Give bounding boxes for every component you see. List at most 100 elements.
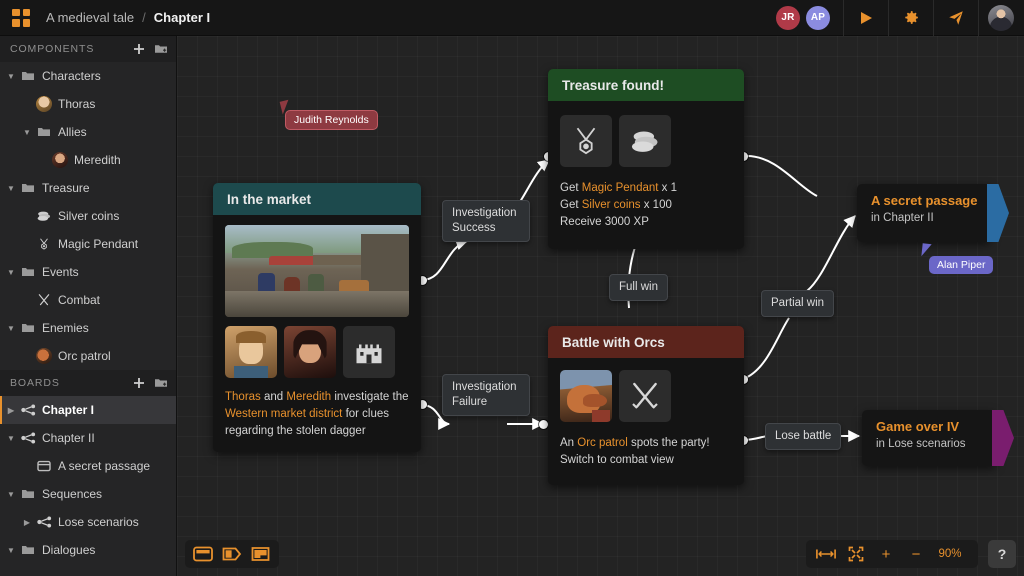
fit-width-icon bbox=[816, 548, 836, 560]
board-icon bbox=[34, 460, 54, 472]
publish-button[interactable] bbox=[935, 0, 977, 36]
tree-item-characters[interactable]: ▼Characters bbox=[0, 62, 176, 90]
components-title: COMPONENTS bbox=[10, 43, 94, 55]
edge-label-full-win[interactable]: Full win bbox=[609, 274, 668, 301]
tree-item-treasure[interactable]: ▼ Treasure bbox=[0, 174, 176, 202]
tree-item-combat[interactable]: ▼Combat bbox=[0, 286, 176, 314]
new-folder-icon bbox=[154, 377, 168, 389]
secret-passage-link-arrow bbox=[987, 184, 1009, 242]
tree-item-magic-pendant[interactable]: ▼Magic Pendant bbox=[0, 230, 176, 258]
chevron-down-icon[interactable]: ▼ bbox=[4, 72, 18, 81]
tree-item-label: Events bbox=[42, 265, 79, 279]
zoom-in-button[interactable]: + bbox=[872, 543, 900, 565]
cursor-label-judith-reynolds: Judith Reynolds bbox=[285, 110, 378, 130]
portrait-meredith[interactable] bbox=[284, 326, 336, 378]
portrait-orc[interactable] bbox=[560, 370, 612, 422]
breadcrumb-current[interactable]: Chapter I bbox=[154, 10, 210, 25]
view-mode-full[interactable] bbox=[190, 543, 216, 565]
tree-item-thoras[interactable]: ▼Thoras bbox=[0, 90, 176, 118]
avatar-meredith-icon bbox=[50, 152, 70, 168]
chevron-down-icon[interactable]: ▼ bbox=[4, 184, 18, 193]
edge-label-lose-battle[interactable]: Lose battle bbox=[765, 423, 841, 450]
chevron-right-icon[interactable]: ▶ bbox=[4, 406, 18, 415]
chevron-down-icon[interactable]: ▼ bbox=[20, 128, 34, 137]
tree-item-label: Treasure bbox=[42, 181, 90, 195]
desc-token: Western market district bbox=[225, 408, 342, 420]
user-avatar[interactable] bbox=[988, 5, 1014, 31]
pendant-icon-tile[interactable] bbox=[560, 115, 612, 167]
folder-icon bbox=[18, 266, 38, 278]
tree-item-lose-scenarios[interactable]: ▶Lose scenarios bbox=[0, 508, 176, 536]
tree-item-chapter-ii[interactable]: ▼ Chapter II bbox=[0, 424, 176, 452]
node-treasure-found[interactable]: Treasure found! bbox=[548, 69, 744, 249]
grid-apps-icon[interactable] bbox=[12, 9, 30, 27]
tree-item-meredith[interactable]: ▼Meredith bbox=[0, 146, 176, 174]
edge-label-investigation-failure[interactable]: Investigation Failure bbox=[442, 374, 530, 416]
send-icon bbox=[947, 9, 965, 27]
chevron-down-icon[interactable]: ▼ bbox=[4, 490, 18, 499]
breadcrumb-project[interactable]: A medieval tale bbox=[46, 10, 134, 25]
pendant-icon bbox=[569, 124, 603, 158]
reward-token: Silver coins bbox=[582, 199, 641, 211]
folder-icon bbox=[18, 70, 38, 82]
chevron-down-icon[interactable]: ▼ bbox=[4, 546, 18, 555]
node-body: Get Magic Pendant x 1 Get Silver coins x… bbox=[548, 101, 744, 249]
divider bbox=[978, 0, 979, 36]
tree-item-enemies[interactable]: ▼Enemies bbox=[0, 314, 176, 342]
tree-item-events[interactable]: ▼ Events bbox=[0, 258, 176, 286]
tree-item-dialogues[interactable]: ▼Dialogues bbox=[0, 536, 176, 564]
edge-label-investigation-success[interactable]: Investigation Success bbox=[442, 200, 530, 242]
coins-icon bbox=[34, 210, 54, 222]
zoom-toolbar: + − 90% bbox=[806, 540, 978, 568]
swords-icon-tile[interactable] bbox=[619, 370, 671, 422]
avatar-meredith bbox=[52, 152, 68, 168]
node-full-icon bbox=[193, 546, 213, 562]
zoom-out-button[interactable]: − bbox=[902, 543, 930, 565]
tree-item-silver-coins[interactable]: ▼Silver coins bbox=[0, 202, 176, 230]
avatar-orc bbox=[36, 348, 52, 364]
chevron-down-icon[interactable]: ▼ bbox=[4, 324, 18, 333]
castle-icon[interactable] bbox=[343, 326, 395, 378]
collaborator-avatar-jr[interactable]: JR bbox=[776, 6, 800, 30]
node-game-over-iv[interactable]: Game over IV in Lose scenarios bbox=[862, 410, 996, 466]
add-board-button[interactable] bbox=[133, 377, 145, 389]
view-mode-minimal[interactable] bbox=[248, 543, 274, 565]
collaborator-avatar-ap[interactable]: AP bbox=[806, 6, 830, 30]
node-in-the-market[interactable]: In the market bbox=[213, 183, 421, 452]
tree-item-orc-patrol[interactable]: ▼Orc patrol bbox=[0, 342, 176, 370]
fit-screen-button[interactable] bbox=[842, 543, 870, 565]
zoom-level-label[interactable]: 90% bbox=[932, 548, 972, 560]
coins-icon-tile[interactable] bbox=[619, 115, 671, 167]
chevron-right-icon[interactable]: ▶ bbox=[20, 518, 34, 527]
node-a-secret-passage[interactable]: A secret passage in Chapter II bbox=[857, 184, 991, 242]
view-mode-compact[interactable] bbox=[219, 543, 245, 565]
settings-button[interactable] bbox=[890, 0, 932, 36]
chevron-down-icon[interactable]: ▼ bbox=[4, 268, 18, 277]
help-button[interactable]: ? bbox=[988, 540, 1016, 568]
add-component-folder-button[interactable] bbox=[154, 43, 168, 55]
reward-token: Get bbox=[560, 199, 582, 211]
top-bar: A medieval tale / Chapter I JR AP bbox=[0, 0, 1024, 36]
play-icon bbox=[858, 10, 874, 26]
node-thumbnails bbox=[560, 370, 732, 422]
tree-item-chapter-i[interactable]: ▶Chapter I bbox=[0, 396, 176, 424]
node-battle-with-orcs[interactable]: Battle with Orcs bbox=[548, 326, 744, 485]
board-canvas[interactable]: In the market bbox=[177, 36, 1024, 576]
tree-item-allies[interactable]: ▼Allies bbox=[0, 118, 176, 146]
add-component-button[interactable] bbox=[133, 43, 145, 55]
play-button[interactable] bbox=[845, 0, 887, 36]
tree-item-label: A secret passage bbox=[58, 459, 150, 473]
graph-icon bbox=[18, 432, 38, 444]
fit-width-button[interactable] bbox=[812, 543, 840, 565]
chevron-down-icon[interactable]: ▼ bbox=[4, 434, 18, 443]
tree-item-sequences[interactable]: ▼Sequences bbox=[0, 480, 176, 508]
reward-line: Get Magic Pendant x 1 bbox=[560, 180, 732, 197]
node-compact-icon bbox=[222, 546, 242, 562]
tree-item-a-secret-passage[interactable]: ▼A secret passage bbox=[0, 452, 176, 480]
portrait-thoras[interactable] bbox=[225, 326, 277, 378]
tree-item-label: Chapter II bbox=[42, 431, 95, 445]
port-battle-left[interactable] bbox=[539, 420, 548, 429]
node-title: A secret passage bbox=[871, 193, 979, 208]
add-board-folder-button[interactable] bbox=[154, 377, 168, 389]
edge-label-partial-win[interactable]: Partial win bbox=[761, 290, 834, 317]
